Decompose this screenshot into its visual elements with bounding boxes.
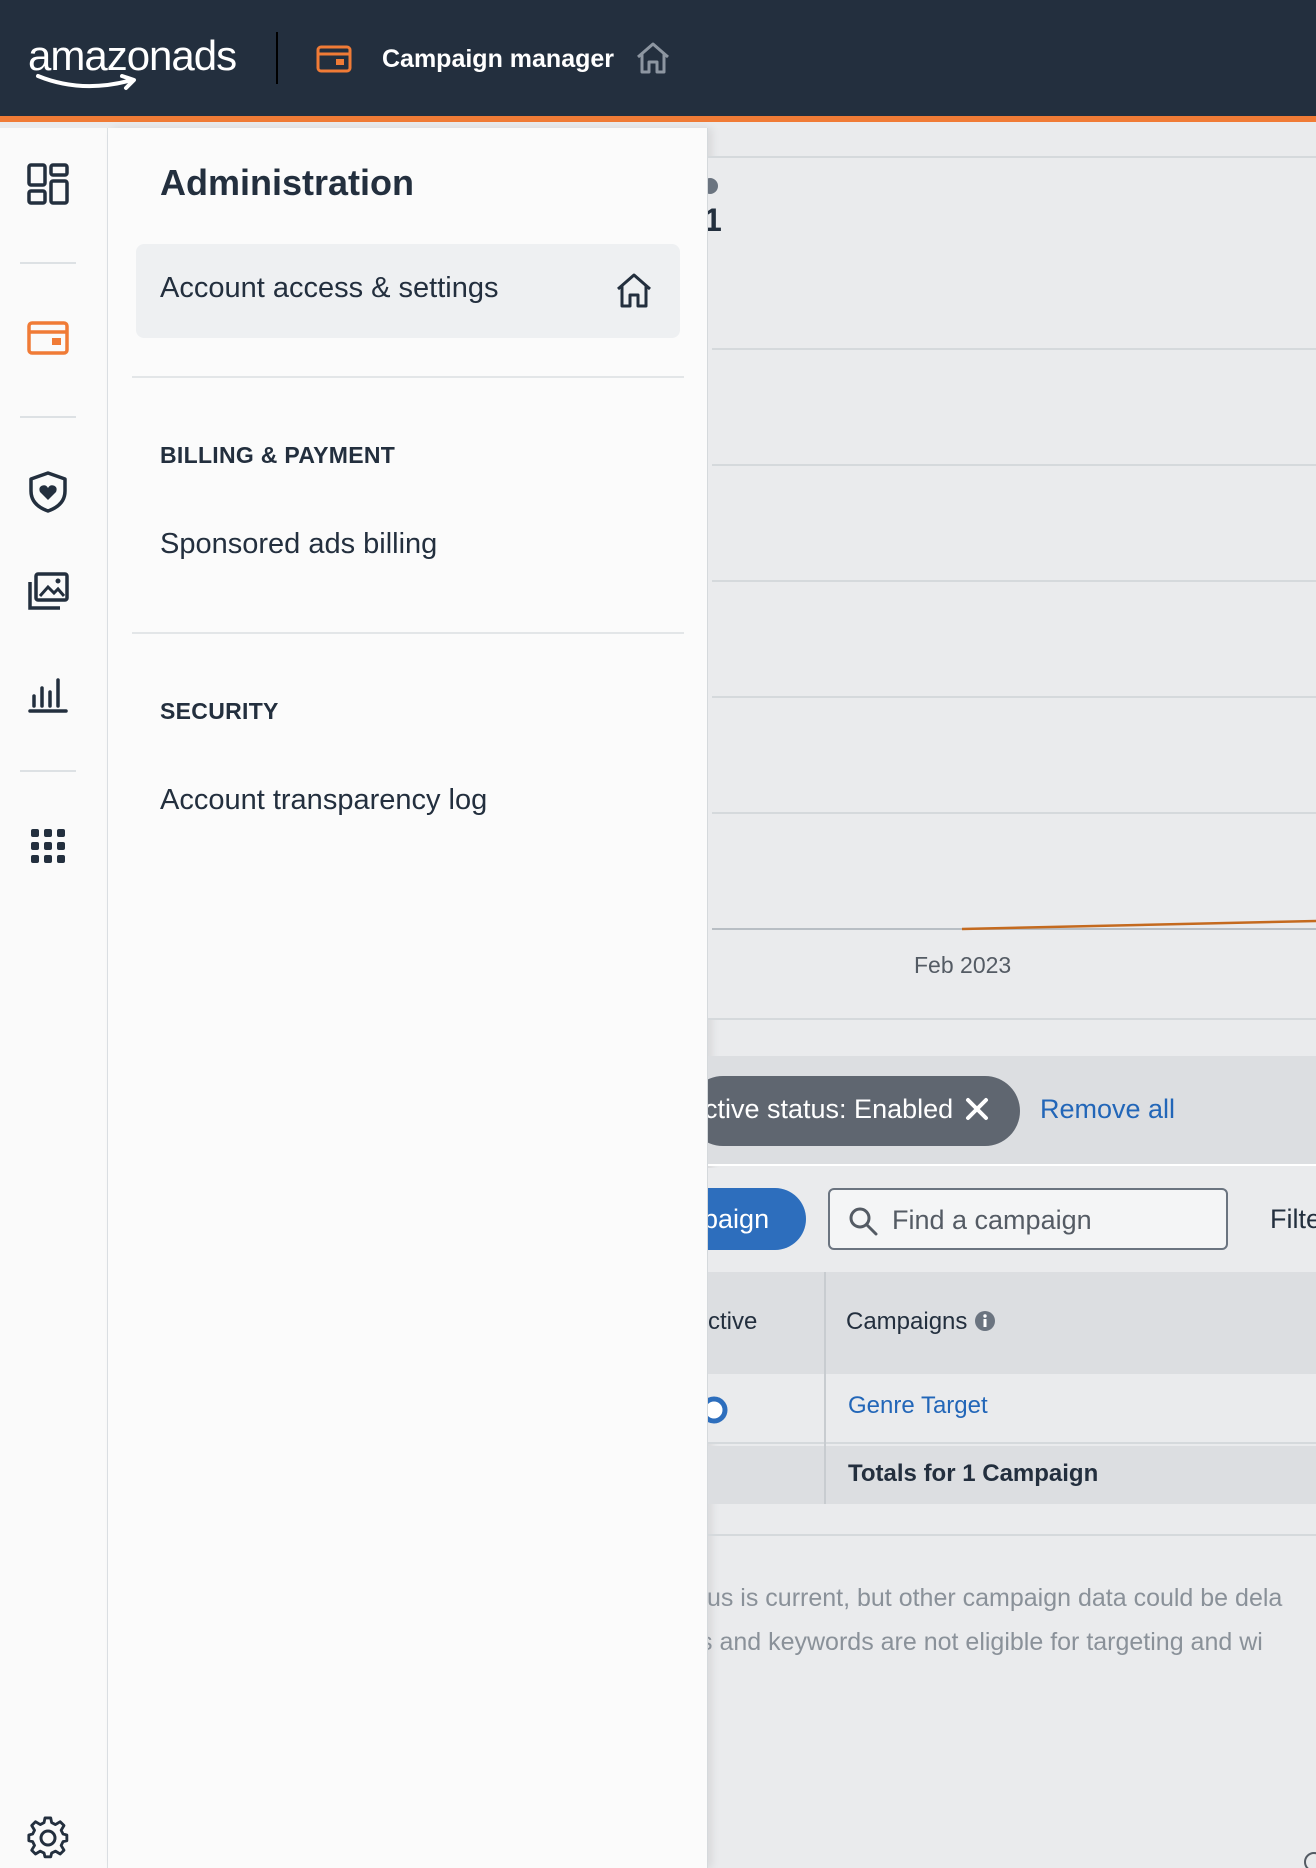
series-line: [961, 919, 1316, 931]
info-icon[interactable]: [974, 1310, 996, 1332]
help-icon[interactable]: [1304, 1852, 1316, 1868]
top-navigation-bar: amazonads Campaign manager: [0, 0, 1316, 122]
nav-item-account-transparency-log[interactable]: Account transparency log: [160, 784, 487, 817]
remove-all-link[interactable]: Remove all: [1040, 1094, 1175, 1125]
rail-item-apps[interactable]: [26, 824, 70, 868]
rail-item-settings[interactable]: [26, 1816, 70, 1860]
nav-item-sponsored-ads-billing[interactable]: Sponsored ads billing: [160, 528, 437, 561]
column-header-campaigns[interactable]: Campaigns: [846, 1308, 967, 1336]
footnote-divider: [708, 1534, 1316, 1536]
rail-divider: [20, 262, 76, 264]
chart-plot: [712, 919, 1316, 931]
panel-divider: [132, 632, 684, 634]
logo-smile-icon: [36, 74, 136, 90]
campaign-manager-content: 1 Feb 2023 ctive status: Enabled Remove …: [708, 128, 1316, 1868]
home-icon[interactable]: [634, 40, 672, 76]
left-icon-rail: [0, 128, 108, 1868]
active-toggle[interactable]: [708, 1396, 730, 1424]
settings-icon: [27, 1816, 69, 1859]
panel-divider: [132, 376, 684, 378]
campaign-name-link[interactable]: Genre Target: [848, 1392, 988, 1420]
table-toolbar: npaign Filte: [708, 1168, 1316, 1272]
search-icon: [849, 1207, 878, 1236]
administration-panel: Administration Account access & settings…: [108, 128, 708, 1868]
column-divider: [824, 1272, 826, 1504]
brand-safety-icon: [29, 471, 67, 513]
campaign-search-input[interactable]: [892, 1202, 1212, 1238]
rail-item-dashboard[interactable]: [26, 162, 70, 206]
rail-divider: [20, 416, 76, 418]
home-icon[interactable]: [614, 270, 654, 310]
rail-item-brand-safety[interactable]: [26, 470, 70, 514]
x-tick-label: Feb 2023: [914, 952, 1012, 978]
close-icon[interactable]: [962, 1094, 992, 1124]
rail-item-reports[interactable]: [26, 670, 70, 714]
apps-grid-icon: [31, 829, 65, 863]
section-heading-security: SECURITY: [160, 698, 279, 724]
footnote-text: s and keywords are not eligible for targ…: [708, 1628, 1263, 1656]
amazon-ads-logo[interactable]: amazonads: [28, 32, 240, 90]
campaign-search: [828, 1188, 1228, 1250]
rail-item-campaign-manager[interactable]: [26, 316, 70, 360]
topbar-divider: [276, 32, 278, 84]
filter-chip-label: ctive status: Enabled: [708, 1094, 954, 1124]
footnote-text: tus is current, but other campaign data …: [708, 1584, 1283, 1612]
rail-divider: [20, 770, 76, 772]
performance-chart: 1 Feb 2023: [708, 156, 1316, 1020]
create-campaign-button[interactable]: npaign: [708, 1188, 806, 1250]
active-filters-bar: ctive status: Enabled Remove all: [708, 1056, 1316, 1166]
creative-assets-icon: [28, 572, 69, 610]
table-header: ctive Campaigns: [708, 1272, 1316, 1374]
app-title[interactable]: Campaign manager: [382, 42, 614, 76]
nav-item-account-access-settings[interactable]: Account access & settings: [136, 244, 680, 338]
dashboard-icon: [27, 163, 69, 205]
reports-icon: [28, 678, 68, 713]
column-header-active[interactable]: ctive: [708, 1308, 757, 1336]
campaign-manager-icon: [316, 45, 352, 73]
create-campaign-label: npaign: [708, 1204, 770, 1234]
filter-by-link[interactable]: Filte: [1270, 1204, 1316, 1235]
nav-item-label: Account access & settings: [160, 272, 499, 304]
totals-row: Totals for 1 Campaign: [708, 1446, 1316, 1504]
panel-title: Administration: [160, 162, 415, 203]
rail-item-creative-assets[interactable]: [26, 570, 70, 614]
campaign-manager-icon: [27, 321, 69, 355]
section-heading-billing: BILLING & PAYMENT: [160, 442, 396, 468]
filter-chip-active-status[interactable]: ctive status: Enabled: [708, 1076, 1020, 1146]
totals-label: Totals for 1 Campaign: [848, 1460, 1099, 1487]
table-row: Genre Target: [708, 1374, 1316, 1444]
